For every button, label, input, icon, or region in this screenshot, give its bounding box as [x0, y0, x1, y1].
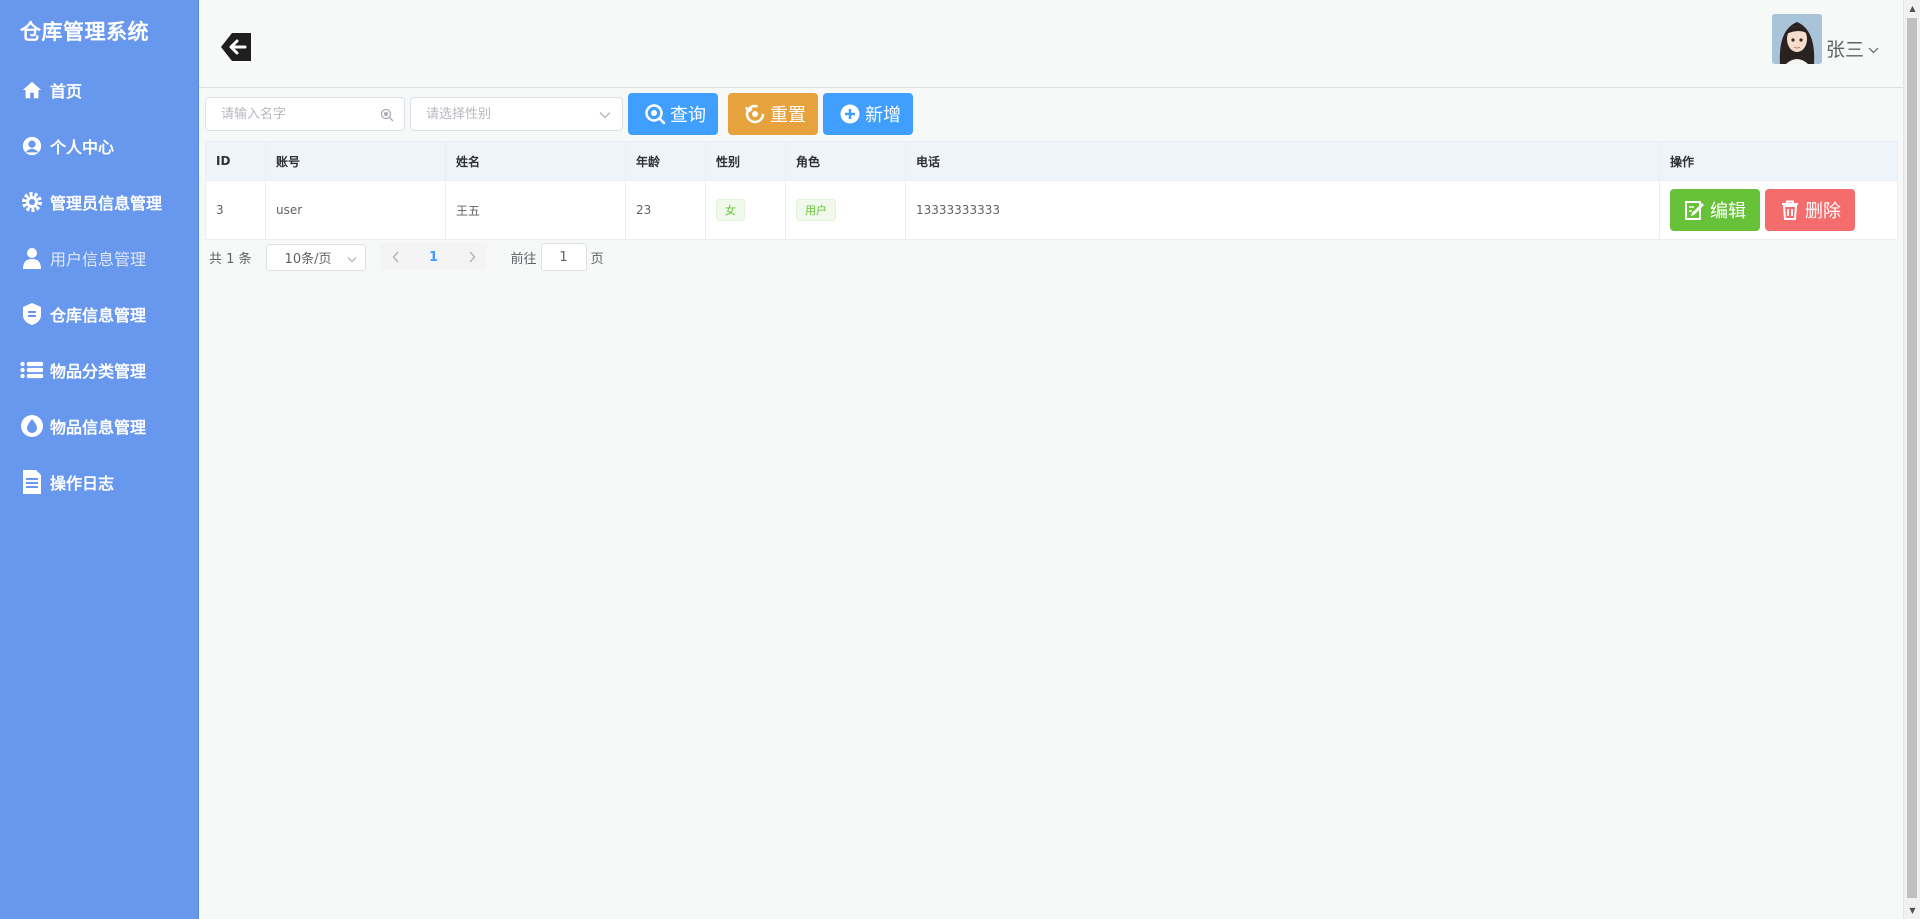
column-header: 年龄 — [626, 142, 706, 180]
column-header: 性别 — [706, 142, 786, 180]
table-header-row: ID 账号 姓名 年龄 性别 角色 电话 操作 — [206, 142, 1897, 181]
reset-button[interactable]: 重置 — [728, 93, 818, 135]
vertical-scrollbar[interactable]: ▲ ▼ — [1903, 0, 1920, 919]
trash-icon — [1779, 199, 1801, 221]
gear-icon — [20, 190, 44, 214]
cell-id: 3 — [206, 181, 266, 239]
delete-button[interactable]: 删除 — [1765, 189, 1855, 231]
cell-role: 用户 — [786, 181, 906, 239]
warehouse-icon — [20, 302, 44, 326]
edit-button-label: 编辑 — [1710, 201, 1746, 222]
search-toolbar: 查询 重置 新增 — [205, 93, 913, 135]
goto-suffix: 页 — [590, 251, 604, 267]
edit-icon — [1684, 199, 1706, 221]
column-header: 姓名 — [446, 142, 626, 180]
search-button-label: 查询 — [670, 105, 706, 126]
name-search-input[interactable] — [206, 98, 376, 130]
chevron-down-icon — [347, 252, 357, 267]
chevron-down-icon — [597, 107, 613, 123]
edit-button[interactable]: 编辑 — [1670, 189, 1760, 231]
goto-prefix: 前往 — [510, 251, 537, 267]
pagination-total: 共 1 条 — [209, 251, 252, 267]
gender-select[interactable] — [410, 97, 623, 131]
sidebar-menu: 首页 个人中心 管理员信息管理 用户信息管理 仓库信息管理 物品分类管理 物品信… — [0, 62, 198, 510]
cell-operations: 编辑 删除 — [1660, 181, 1897, 239]
prev-page-icon[interactable] — [380, 243, 411, 271]
add-button[interactable]: 新增 — [823, 93, 913, 135]
sidebar-item-home[interactable]: 首页 — [0, 62, 198, 118]
drop-icon — [20, 414, 44, 438]
next-page-icon[interactable] — [456, 243, 487, 271]
sidebar: 仓库管理系统 首页 个人中心 管理员信息管理 用户信息管理 仓库信息管理 物品分… — [0, 0, 199, 919]
sidebar-item-label: 管理员信息管理 — [50, 194, 163, 213]
user-center-icon — [20, 134, 44, 158]
sidebar-item-warehouse[interactable]: 仓库信息管理 — [0, 286, 198, 342]
add-button-label: 新增 — [865, 105, 901, 126]
column-header: ID — [206, 142, 266, 180]
sidebar-item-label: 物品信息管理 — [50, 418, 147, 437]
collapse-sidebar-icon[interactable] — [219, 30, 253, 64]
page-size-value: 10条/页 — [284, 251, 332, 267]
column-header: 电话 — [906, 142, 1660, 180]
column-header: 角色 — [786, 142, 906, 180]
document-icon — [20, 470, 44, 494]
home-icon — [20, 78, 44, 102]
gender-select-input[interactable] — [411, 98, 601, 130]
chevron-down-icon — [1868, 39, 1879, 58]
username: 张三 — [1825, 39, 1864, 61]
page-jumper: 前往 页 — [511, 243, 604, 271]
list-icon — [20, 358, 44, 382]
search-icon — [644, 103, 666, 125]
reset-button-label: 重置 — [770, 105, 806, 126]
sidebar-item-logs[interactable]: 操作日志 — [0, 454, 198, 510]
column-header: 账号 — [266, 142, 446, 180]
sidebar-item-label: 物品分类管理 — [50, 362, 147, 381]
app-title: 仓库管理系统 — [20, 20, 149, 44]
pager: 1 — [380, 243, 487, 271]
name-search-field — [205, 97, 405, 131]
sidebar-item-goods[interactable]: 物品信息管理 — [0, 398, 198, 454]
avatar — [1771, 14, 1822, 64]
user-table: ID 账号 姓名 年龄 性别 角色 电话 操作 3 user 王五 23 女 用… — [205, 141, 1898, 240]
sidebar-item-label: 个人中心 — [50, 138, 115, 157]
cell-name: 王五 — [446, 181, 626, 239]
page-number[interactable]: 1 — [410, 243, 457, 271]
scroll-down-icon[interactable]: ▼ — [1904, 902, 1920, 919]
scrollbar-thumb[interactable] — [1907, 18, 1917, 898]
goto-page-input[interactable] — [540, 243, 587, 271]
table-row: 3 user 王五 23 女 用户 13333333333 编辑 删除 — [206, 181, 1897, 239]
sidebar-item-profile[interactable]: 个人中心 — [0, 118, 198, 174]
user-icon — [20, 246, 44, 270]
cell-account: user — [266, 181, 446, 239]
pagination: 共 1 条 10条/页 1 前往 页 — [209, 243, 604, 271]
delete-button-label: 删除 — [1805, 201, 1841, 222]
refresh-icon — [744, 103, 766, 125]
scroll-up-icon[interactable]: ▲ — [1904, 0, 1920, 17]
search-icon — [379, 107, 395, 123]
sidebar-item-label: 首页 — [50, 82, 83, 101]
role-tag: 用户 — [796, 199, 836, 221]
cell-phone: 13333333333 — [906, 181, 1660, 239]
sidebar-item-label: 用户信息管理 — [50, 250, 147, 269]
sidebar-item-users[interactable]: 用户信息管理 — [0, 230, 198, 286]
sidebar-item-admin[interactable]: 管理员信息管理 — [0, 174, 198, 230]
top-header: 张三 — [199, 0, 1903, 88]
cell-age: 23 — [626, 181, 706, 239]
sidebar-item-category[interactable]: 物品分类管理 — [0, 342, 198, 398]
user-menu[interactable]: 张三 — [1771, 14, 1879, 64]
column-header: 操作 — [1670, 154, 1695, 169]
sidebar-item-label: 仓库信息管理 — [50, 306, 147, 325]
cell-gender: 女 — [706, 181, 786, 239]
gender-tag: 女 — [716, 199, 745, 221]
sidebar-item-label: 操作日志 — [50, 474, 115, 493]
add-icon — [839, 103, 861, 125]
search-button[interactable]: 查询 — [628, 93, 718, 135]
page-size-select[interactable]: 10条/页 — [265, 243, 366, 271]
